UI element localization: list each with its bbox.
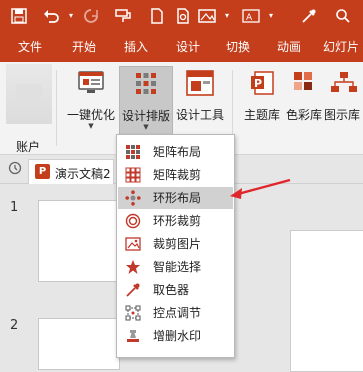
color-library-button[interactable]: 色彩库 bbox=[284, 66, 324, 134]
text-box-icon[interactable]: A bbox=[240, 5, 262, 27]
handle-adjust-icon bbox=[125, 305, 141, 321]
redo-icon[interactable] bbox=[80, 5, 102, 27]
title-bar: ▾ ▾ A ▾ bbox=[0, 0, 363, 32]
menu-item-label: 矩阵布局 bbox=[153, 145, 202, 159]
menu-item-label: 增删水印 bbox=[153, 329, 202, 343]
matrix-crop-icon bbox=[125, 167, 141, 183]
history-icon[interactable] bbox=[8, 161, 22, 175]
slide-thumbnail[interactable] bbox=[38, 318, 120, 370]
account-avatar[interactable] bbox=[6, 64, 52, 124]
powerpoint-icon: P bbox=[35, 164, 50, 179]
circular-crop-icon bbox=[125, 213, 141, 229]
menu-item-circular-crop[interactable]: 环形裁剪 bbox=[118, 210, 233, 232]
chevron-down-icon: ▼ bbox=[88, 122, 94, 130]
slide-canvas[interactable] bbox=[290, 230, 363, 372]
menu-item-label: 智能选择 bbox=[153, 260, 202, 274]
menu-item-label: 环形布局 bbox=[153, 191, 202, 205]
text-box-dropdown-icon[interactable]: ▾ bbox=[260, 5, 282, 27]
watermark-icon bbox=[125, 328, 141, 344]
pictures-icon[interactable] bbox=[196, 5, 218, 27]
design-tools-icon bbox=[185, 70, 215, 96]
svg-text:A: A bbox=[246, 13, 253, 23]
menu-item-smart-select[interactable]: 智能选择 bbox=[118, 256, 233, 278]
menu-item-watermark[interactable]: 增删水印 bbox=[118, 325, 233, 347]
slide-number: 2 bbox=[10, 318, 19, 333]
tab-slideshow[interactable]: 幻灯片 bbox=[323, 39, 359, 55]
tab-animations[interactable]: 动画 bbox=[277, 39, 301, 55]
design-layout-dropdown: 矩阵布局 矩阵裁剪 环形布局 环形裁剪 裁剪图片 智能选择 取色器 控点调节 增… bbox=[116, 134, 235, 358]
diagram-library-icon bbox=[329, 70, 359, 96]
undo-dropdown-icon[interactable]: ▾ bbox=[60, 5, 82, 27]
menu-item-handle-adjust[interactable]: 控点调节 bbox=[118, 302, 233, 324]
pictures-dropdown-icon[interactable]: ▾ bbox=[216, 5, 238, 27]
one-click-optimize-button[interactable]: 一键优化 ▼ bbox=[64, 66, 118, 134]
design-layout-label: 设计排版 bbox=[121, 109, 170, 123]
tab-home[interactable]: 开始 bbox=[72, 39, 96, 55]
account-label: 账户 bbox=[16, 140, 41, 154]
design-tools-button[interactable]: 设计工具 bbox=[173, 66, 227, 134]
print-preview-icon[interactable] bbox=[172, 5, 194, 27]
design-tools-label: 设计工具 bbox=[175, 108, 224, 122]
menu-item-label: 裁剪图片 bbox=[153, 237, 202, 251]
document-tab[interactable]: P 演示文稿2 bbox=[28, 159, 114, 184]
format-painter-icon[interactable] bbox=[112, 5, 134, 27]
menu-item-crop-image[interactable]: 裁剪图片 bbox=[118, 233, 233, 255]
tab-transitions[interactable]: 切换 bbox=[226, 39, 250, 55]
crop-image-icon bbox=[125, 236, 141, 252]
tab-insert[interactable]: 插入 bbox=[124, 39, 148, 55]
document-tab-label: 演示文稿2 bbox=[55, 167, 111, 181]
menu-item-label: 控点调节 bbox=[153, 306, 202, 320]
menu-item-label: 取色器 bbox=[153, 283, 190, 297]
menu-item-matrix-layout[interactable]: 矩阵布局 bbox=[118, 141, 233, 163]
menu-item-label: 矩阵裁剪 bbox=[153, 168, 202, 182]
ribbon-divider bbox=[56, 70, 57, 146]
color-picker-icon bbox=[125, 282, 141, 298]
file-icon[interactable] bbox=[146, 5, 168, 27]
eyedropper-icon[interactable] bbox=[298, 5, 320, 27]
design-layout-button[interactable]: 设计排版 ▼ bbox=[119, 66, 173, 136]
undo-icon[interactable] bbox=[40, 5, 62, 27]
theme-library-button[interactable]: P 主题库 bbox=[240, 66, 284, 134]
diagram-library-button[interactable]: 图示库 bbox=[324, 66, 363, 134]
diagram-library-label: 图示库 bbox=[324, 108, 361, 122]
grid-layout-icon bbox=[131, 71, 161, 97]
slide-thumbnail[interactable] bbox=[38, 200, 120, 282]
theme-library-label: 主题库 bbox=[243, 108, 280, 122]
monitor-icon bbox=[76, 70, 106, 96]
tab-design[interactable]: 设计 bbox=[176, 39, 200, 55]
matrix-layout-icon bbox=[125, 144, 141, 160]
slide-number: 1 bbox=[10, 200, 19, 215]
chevron-down-icon: ▼ bbox=[143, 123, 149, 131]
theme-library-icon: P bbox=[247, 70, 277, 96]
account-placeholder bbox=[16, 84, 42, 106]
tab-file[interactable]: 文件 bbox=[18, 39, 42, 55]
smart-select-icon bbox=[125, 259, 141, 275]
save-icon[interactable] bbox=[8, 5, 30, 27]
color-library-icon bbox=[289, 70, 319, 96]
one-click-optimize-label: 一键优化 bbox=[66, 108, 115, 122]
color-library-label: 色彩库 bbox=[285, 108, 322, 122]
circular-layout-icon bbox=[125, 190, 141, 206]
menu-item-label: 环形裁剪 bbox=[153, 214, 202, 228]
search-icon[interactable] bbox=[332, 5, 354, 27]
menu-item-color-picker[interactable]: 取色器 bbox=[118, 279, 233, 301]
svg-text:P: P bbox=[254, 77, 262, 90]
menu-item-matrix-crop[interactable]: 矩阵裁剪 bbox=[118, 164, 233, 186]
menu-item-circular-layout[interactable]: 环形布局 bbox=[118, 187, 233, 209]
ribbon-tabs: 文件 开始 插入 设计 切换 动画 幻灯片 bbox=[0, 32, 363, 62]
